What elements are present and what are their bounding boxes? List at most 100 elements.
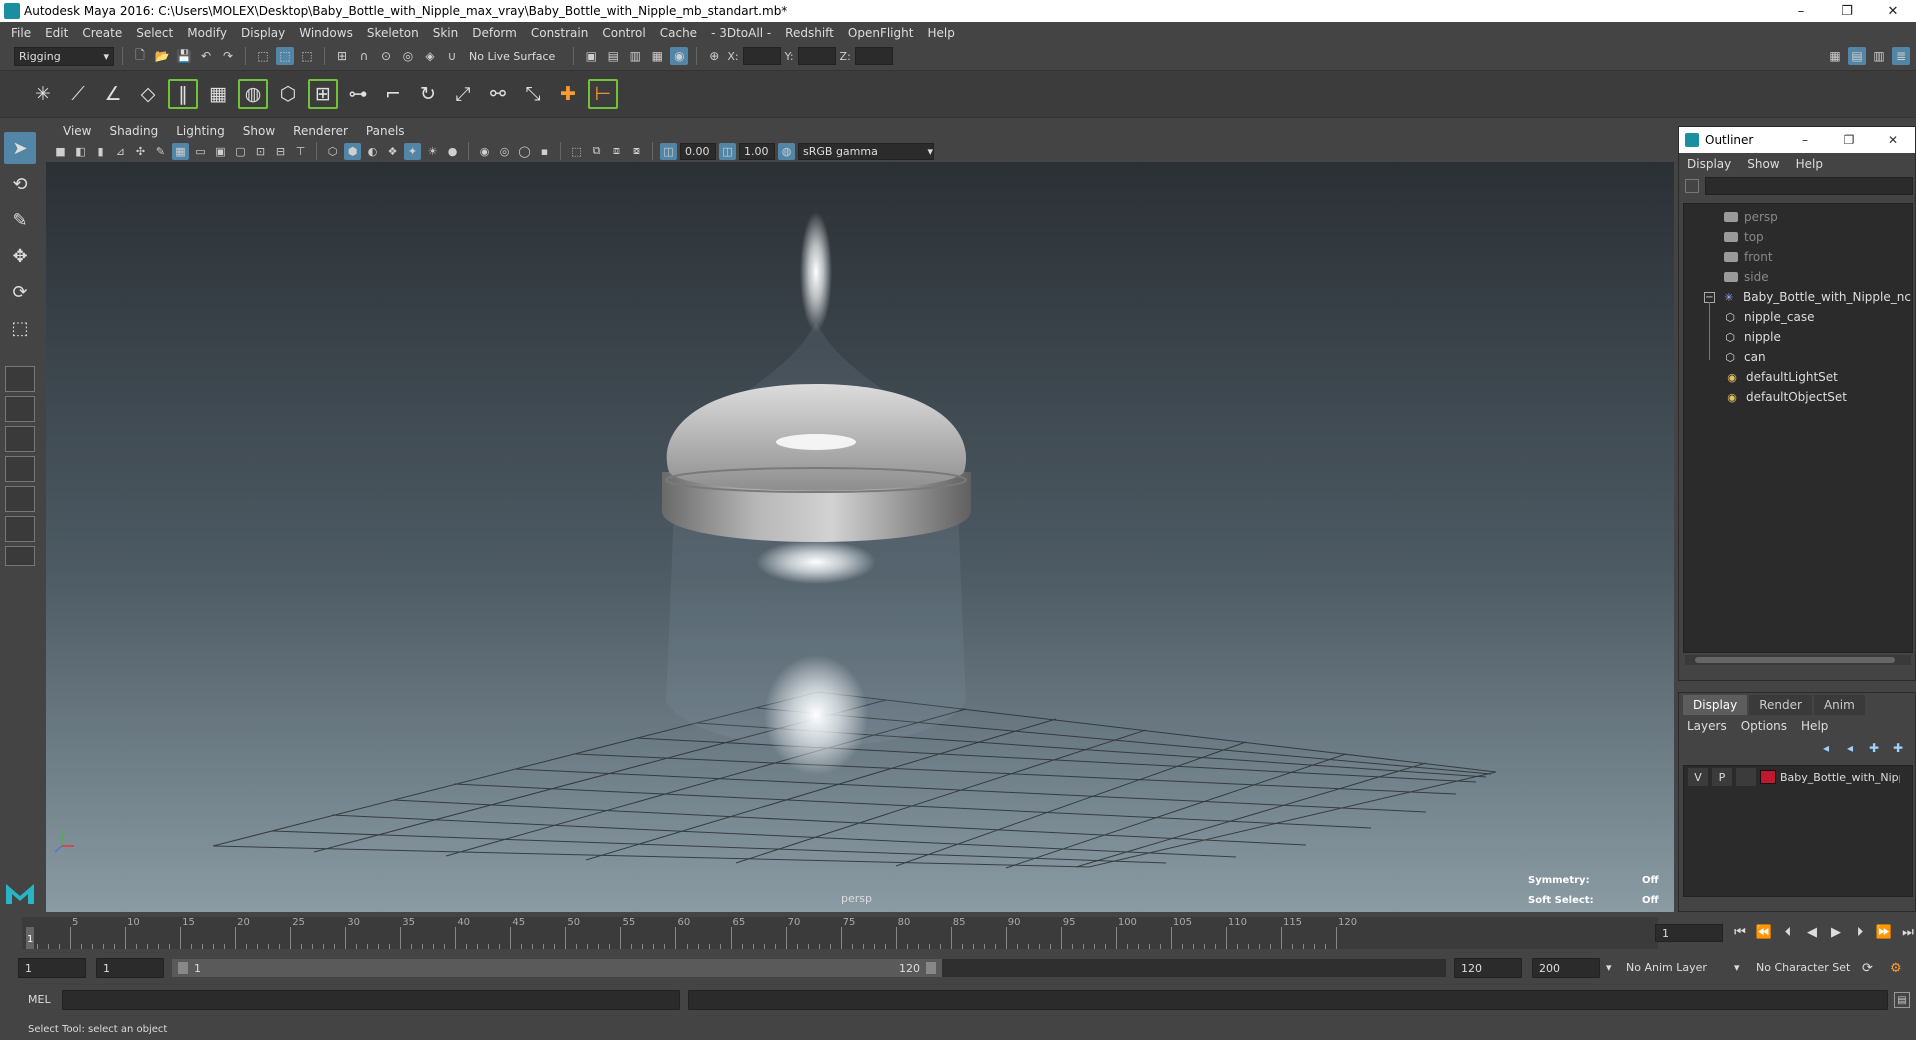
snap-point-icon[interactable]: ⊙: [377, 47, 395, 65]
gamma-input[interactable]: 1.00: [739, 142, 775, 160]
select-tool-icon[interactable]: ➤: [4, 132, 36, 164]
lasso-tool-icon[interactable]: ⟲: [4, 168, 36, 200]
go-to-start-icon[interactable]: ⏮: [1730, 922, 1750, 942]
baby-bottle-model[interactable]: [662, 212, 971, 775]
outliner-item-persp[interactable]: persp: [1724, 208, 1778, 226]
menu-openflight[interactable]: OpenFlight: [841, 26, 921, 40]
animation-end-input[interactable]: 200: [1532, 958, 1600, 978]
move-tool-icon[interactable]: ✥: [4, 240, 36, 272]
color-management-icon[interactable]: ◍: [778, 142, 795, 160]
menu-file[interactable]: File: [4, 26, 38, 40]
shadows-icon[interactable]: ☀: [424, 143, 441, 160]
set-driven-key-icon[interactable]: ⊢: [588, 79, 618, 109]
mirror-joint-icon[interactable]: ‖: [168, 79, 198, 109]
animation-preferences-icon[interactable]: ⚙: [1890, 961, 1902, 976]
menu-deform[interactable]: Deform: [465, 26, 524, 40]
undo-icon[interactable]: ↶: [197, 47, 215, 65]
render-view-icon[interactable]: ▦: [648, 47, 666, 65]
go-to-end-icon[interactable]: ⏭: [1898, 922, 1916, 942]
outliner-item-top[interactable]: top: [1724, 228, 1764, 246]
snap-grid-icon[interactable]: ⊞: [333, 47, 351, 65]
lattice-icon[interactable]: ▦: [203, 79, 233, 109]
new-scene-icon[interactable]: 🗋: [131, 47, 149, 65]
render-settings-icon[interactable]: ▣: [582, 47, 600, 65]
chevron-down-icon[interactable]: ▾: [1734, 961, 1740, 974]
new-layer-selected-icon[interactable]: ✚: [1889, 739, 1907, 757]
gate-mask-icon[interactable]: ▢: [232, 143, 249, 160]
auto-key-icon[interactable]: ⟳: [1862, 961, 1873, 976]
scrollbar-thumb[interactable]: [1695, 657, 1895, 663]
play-forwards-icon[interactable]: ▶: [1826, 922, 1846, 942]
select-hierarchy-icon[interactable]: ⬚: [254, 47, 272, 65]
outliner-item-nipple-case[interactable]: ⬡ nipple_case: [1722, 308, 1814, 326]
outliner-item-default-light-set[interactable]: ◉ defaultLightSet: [1724, 368, 1838, 386]
menu-display[interactable]: Display: [234, 26, 292, 40]
color-space-dropdown[interactable]: sRGB gamma ▾: [798, 142, 934, 160]
live-surface-label[interactable]: No Live Surface: [469, 50, 555, 63]
cluster-icon[interactable]: ◍: [238, 79, 268, 109]
outliner-horizontal-scrollbar[interactable]: [1685, 655, 1911, 665]
wrap-deformer-icon[interactable]: ⬡: [273, 79, 303, 109]
four-pane-layout-icon[interactable]: [5, 396, 35, 422]
layer-display-type-toggle[interactable]: [1736, 768, 1756, 786]
layer-menu-help[interactable]: Help: [1801, 719, 1828, 733]
menu-set-dropdown[interactable]: Rigging ▾: [14, 46, 114, 66]
snap-curve-icon[interactable]: ∩: [355, 47, 373, 65]
open-scene-icon[interactable]: 📂: [153, 47, 171, 65]
attribute-editor-icon[interactable]: ▤: [1848, 47, 1866, 65]
xray-icon[interactable]: ▪: [536, 143, 553, 160]
render-current-icon[interactable]: ▤: [604, 47, 622, 65]
vp-menu-renderer[interactable]: Renderer: [284, 124, 357, 138]
layer-row[interactable]: V P Baby_Bottle_with_Nipple: [1684, 766, 1912, 788]
textured-icon[interactable]: ❖: [384, 143, 401, 160]
z-input[interactable]: [854, 47, 893, 65]
time-slider[interactable]: 5 10 15 20 25 30 35 40 45 50 55 60 65 70 75 80 85 90 95 100…: [22, 917, 1658, 949]
playback-end-input[interactable]: 120: [1454, 958, 1522, 978]
step-forward-frame-icon[interactable]: ⏩: [1874, 922, 1894, 942]
play-backwards-icon[interactable]: ◀: [1802, 922, 1822, 942]
command-input[interactable]: [62, 990, 680, 1010]
custom-layout-icon[interactable]: [5, 546, 35, 566]
x-input[interactable]: [742, 47, 781, 65]
menu-control[interactable]: Control: [595, 26, 652, 40]
grease-pencil-icon[interactable]: ✎: [152, 143, 169, 160]
anti-aliasing-icon[interactable]: ◎: [496, 143, 513, 160]
outliner-menu-show[interactable]: Show: [1747, 157, 1787, 171]
move-layer-up-icon[interactable]: ◂: [1817, 739, 1835, 757]
menu-redshift[interactable]: Redshift: [778, 26, 841, 40]
range-slider[interactable]: 1 120: [172, 959, 1446, 977]
scale-tool-icon[interactable]: ⬚: [4, 312, 36, 344]
collapse-toggle-icon[interactable]: −: [1704, 291, 1715, 303]
grid-toggle-icon[interactable]: ▦: [172, 142, 189, 160]
animation-start-input[interactable]: 1: [18, 958, 86, 978]
image-plane-icon[interactable]: ⊿: [112, 143, 129, 160]
layer-playback-toggle[interactable]: P: [1712, 768, 1732, 786]
depth-of-field-icon[interactable]: ◯: [516, 143, 533, 160]
tab-display[interactable]: Display: [1683, 695, 1748, 715]
menu-constrain[interactable]: Constrain: [524, 26, 596, 40]
outliner-minimize-button[interactable]: –: [1783, 133, 1827, 147]
step-back-key-icon[interactable]: ⏴: [1778, 922, 1798, 942]
redo-icon[interactable]: ↷: [219, 47, 237, 65]
vp-menu-shading[interactable]: Shading: [100, 124, 167, 138]
locator-icon[interactable]: ✚: [553, 79, 583, 109]
filter-icon[interactable]: [1685, 179, 1699, 193]
menu-skeleton[interactable]: Skeleton: [360, 26, 426, 40]
safe-action-icon[interactable]: ⊟: [272, 143, 289, 160]
graph-persp-layout-icon[interactable]: [5, 456, 35, 482]
outliner-item-baby-bottle-group[interactable]: − ✳ Baby_Bottle_with_Nipple_ncl1_1: [1704, 288, 1912, 306]
motion-blur-icon[interactable]: ◉: [476, 143, 493, 160]
range-end-grip[interactable]: [926, 962, 936, 974]
outliner-item-side[interactable]: side: [1724, 268, 1769, 286]
vp-menu-panels[interactable]: Panels: [357, 124, 414, 138]
wireframe-icon[interactable]: ⬡: [324, 143, 341, 160]
aim-constraint-icon[interactable]: ⌐: [378, 79, 408, 109]
bind-skin-icon[interactable]: ◇: [133, 79, 163, 109]
hypershade-layout-icon[interactable]: [5, 486, 35, 512]
layer-visibility-toggle[interactable]: V: [1688, 768, 1708, 786]
outliner-item-nipple[interactable]: ⬡ nipple: [1722, 328, 1781, 346]
uv-editor-layout-icon[interactable]: [5, 516, 35, 542]
outliner-item-default-object-set[interactable]: ◉ defaultObjectSet: [1724, 388, 1847, 406]
tab-anim[interactable]: Anim: [1813, 695, 1865, 715]
layer-color-swatch[interactable]: [1760, 770, 1776, 784]
